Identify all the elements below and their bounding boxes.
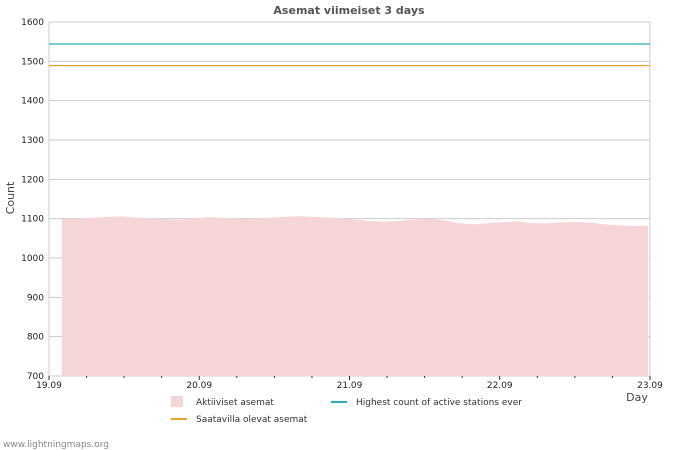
legend-label: Saatavilla olevat asemat: [196, 415, 308, 425]
series-aktiiviset-asemat: [62, 216, 648, 376]
legend-swatch: [171, 396, 183, 407]
legend-label: Aktiiviset asemat: [196, 398, 274, 408]
x-tick-label: 20.09: [186, 381, 212, 391]
area-layer: [62, 216, 648, 376]
y-axis-label: Count: [4, 181, 17, 214]
y-tick-label: 1100: [21, 215, 44, 225]
y-tick-label: 1600: [21, 18, 44, 28]
x-tick-label: 21.09: [337, 381, 363, 391]
x-tick-label: 19.09: [36, 381, 62, 391]
legend: Aktiiviset asemat Highest count of active…: [171, 396, 522, 425]
x-tick-label: 22.09: [487, 381, 513, 391]
y-tick-label: 1500: [21, 57, 44, 67]
area-chart: Asemat viimeiset 3 days 7008009001000110…: [3, 4, 663, 450]
legend-label: Highest count of active stations ever: [356, 398, 522, 408]
y-tick-label: 1000: [21, 254, 44, 264]
y-tick-label: 900: [27, 293, 44, 303]
y-tick-label: 1400: [21, 97, 44, 107]
x-axis-label: Day: [626, 391, 648, 404]
x-tick-label: 23.09: [637, 381, 663, 391]
y-tick-labels: 7008009001000110012001300140015001600: [21, 18, 44, 382]
y-tick-label: 1200: [21, 175, 44, 185]
y-tick-label: 1300: [21, 136, 44, 146]
footer-credit: www.lightningmaps.org: [3, 440, 109, 450]
x-tick-labels: 19.09 20.09 21.09 22.09 23.09: [36, 381, 663, 391]
chart-title: Asemat viimeiset 3 days: [273, 4, 425, 17]
y-tick-label: 800: [27, 333, 44, 343]
